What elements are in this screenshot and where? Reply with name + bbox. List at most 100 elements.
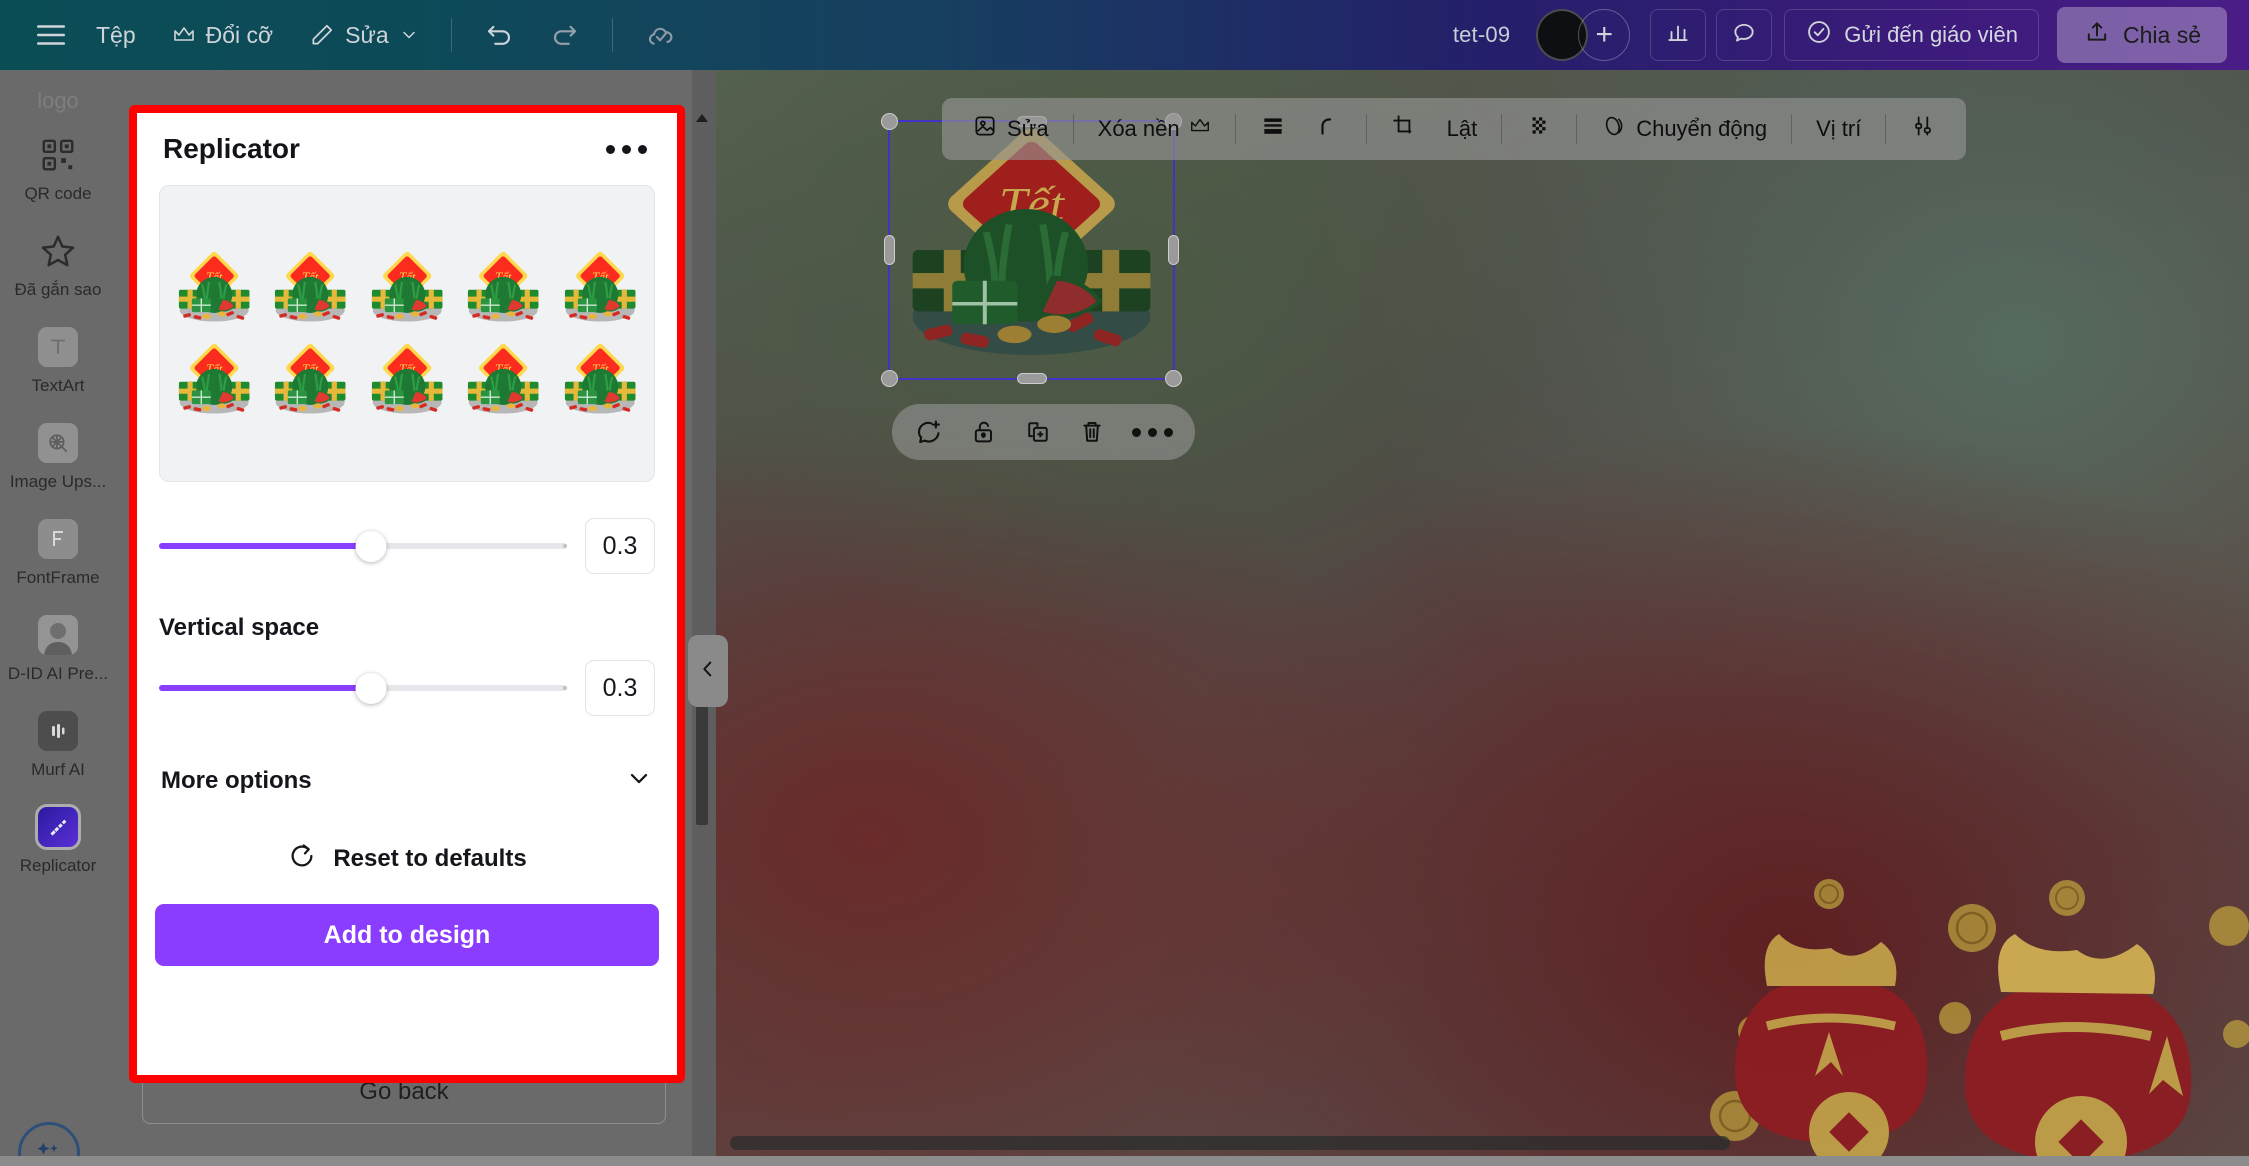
cloud-save-status-button[interactable]	[627, 11, 695, 59]
replicator-preview: Tết	[159, 185, 655, 482]
ellipsis-icon[interactable]	[602, 137, 651, 162]
trash-icon[interactable]	[1078, 418, 1106, 446]
canvas-tool-align[interactable]	[1246, 105, 1300, 153]
resize-handle-bottom[interactable]	[1016, 373, 1047, 384]
share-button[interactable]: Chia sẻ	[2057, 7, 2227, 63]
main-menu-button[interactable]	[30, 10, 78, 60]
horizontal-space-slider[interactable]	[159, 529, 567, 563]
image-upscaler-icon	[37, 422, 79, 464]
file-menu-label: Tệp	[96, 21, 136, 48]
vertical-space-slider[interactable]	[159, 671, 567, 705]
replicator-panel-header: Replicator	[137, 113, 677, 175]
canvas-tool-animate[interactable]: Chuyển động	[1587, 105, 1781, 153]
reset-to-defaults-label: Reset to defaults	[333, 844, 527, 872]
bar-chart-icon	[1665, 20, 1691, 51]
add-to-design-label: Add to design	[323, 920, 491, 949]
resize-handle-bottom-left[interactable]	[881, 370, 898, 387]
animate-icon	[1601, 113, 1627, 145]
canvas-tool-transparency[interactable]	[1512, 105, 1566, 153]
pencil-icon	[309, 22, 335, 48]
horizontal-space-value[interactable]: 0.3	[585, 518, 655, 574]
toolbar-divider-2	[611, 18, 613, 52]
replicator-thumbnail-grid: Tết	[160, 245, 654, 423]
thumbnail-item	[274, 340, 347, 415]
transparency-icon	[1526, 113, 1552, 145]
submit-to-teacher-label: Gửi đến giáo viên	[1844, 22, 2019, 47]
toolbar-divider	[1501, 114, 1503, 144]
sidebar-item-replicator[interactable]: Replicator	[0, 792, 116, 888]
fontframe-icon	[37, 518, 79, 560]
redo-button[interactable]	[532, 12, 598, 58]
panel-title: Replicator	[163, 133, 300, 164]
murf-ai-icon	[37, 710, 79, 752]
top-bar-left: Tệp Đổi cỡ Sửa	[0, 10, 695, 60]
plus-icon: +	[1595, 18, 1614, 51]
slider-knob[interactable]	[355, 672, 387, 704]
canvas-tool-crop[interactable]	[1377, 105, 1431, 153]
slider-fill	[159, 543, 372, 549]
analytics-button[interactable]	[1650, 9, 1707, 61]
scrollbar-thumb[interactable]	[730, 1136, 1730, 1150]
canvas-tool-edit-image[interactable]: Sửa	[958, 105, 1063, 153]
more-options-label: More options	[161, 766, 312, 794]
top-bar: Tệp Đổi cỡ Sửa tet-09 + Gửi đến giáo viê…	[0, 0, 2249, 70]
canvas-tool-corner-radius[interactable]	[1302, 105, 1356, 153]
toolbar-divider	[1576, 114, 1578, 144]
replicator-icon	[35, 804, 81, 850]
slider-knob[interactable]	[355, 530, 387, 562]
comments-button[interactable]	[1716, 9, 1773, 61]
add-to-design-button[interactable]: Add to design	[155, 904, 659, 966]
vertical-space-value[interactable]: 0.3	[585, 660, 655, 716]
resize-handle-bottom-right[interactable]	[1165, 370, 1182, 387]
object-properties-toolbar: Sửa Xóa nền Lật Chuyển động Vị trí	[942, 98, 1967, 160]
canvas-tool-position[interactable]: Vị trí	[1802, 108, 1875, 150]
check-circle-icon	[1805, 18, 1833, 52]
sidebar-item-qr-code[interactable]: QR code	[0, 120, 116, 216]
canvas-tool-remove-background[interactable]: Xóa nền	[1084, 107, 1225, 151]
tet-watermelon-illustration[interactable]: Tết	[890, 122, 1173, 378]
design-canvas[interactable]: Sửa Xóa nền Lật Chuyển động Vị trí Tết	[716, 70, 2249, 1166]
ellipsis-icon[interactable]	[1132, 427, 1173, 437]
add-collaborator-button[interactable]: +	[1578, 9, 1631, 61]
resize-label: Đổi cỡ	[205, 21, 274, 48]
submit-to-teacher-button[interactable]: Gửi đến giáo viên	[1784, 9, 2040, 61]
sidebar-item-starred[interactable]: Đã gắn sao	[0, 216, 116, 312]
sidebar-item-textart[interactable]: TextArt	[0, 312, 116, 408]
canvas-tool-flip[interactable]: Lật	[1433, 108, 1492, 150]
undo-button[interactable]	[466, 12, 532, 58]
reset-to-defaults-button[interactable]: Reset to defaults	[137, 841, 677, 876]
thumbnail-item	[370, 340, 444, 415]
rail-logo-label: logo	[37, 88, 79, 113]
sidebar-item-image-upscaler[interactable]: Image Ups...	[0, 408, 116, 504]
object-quick-actions-toolbar	[892, 404, 1195, 460]
resize-handle-left[interactable]	[884, 235, 895, 265]
left-rail: logo QR code Đã gắn sao TextArt Image Up…	[0, 70, 116, 1166]
canvas-tool-adjust[interactable]	[1896, 105, 1950, 153]
sidebar-item-d-id-ai-presenter[interactable]: D-ID AI Pre...	[0, 600, 116, 696]
resize-button[interactable]: Đổi cỡ	[154, 14, 291, 57]
canvas-tool-label: Vị trí	[1816, 116, 1862, 141]
canvas-horizontal-scrollbar[interactable]	[716, 1136, 2249, 1150]
bottom-strip	[0, 1156, 2249, 1166]
thumbnail-item	[370, 248, 444, 323]
more-options-toggle[interactable]: More options	[159, 758, 655, 803]
panel-scrollbar[interactable]	[693, 110, 711, 1040]
unlock-icon[interactable]	[970, 418, 998, 446]
sidebar-item-label: Murf AI	[31, 760, 85, 779]
file-menu-button[interactable]: Tệp	[78, 14, 154, 57]
document-title: tet-09	[1452, 22, 1511, 47]
comment-add-icon[interactable]	[914, 417, 944, 447]
caret-up-icon[interactable]	[695, 110, 709, 128]
sidebar-item-murf-ai[interactable]: Murf AI	[0, 696, 116, 792]
edit-button[interactable]: Sửa	[291, 14, 437, 57]
resize-handle-right[interactable]	[1168, 235, 1179, 265]
collapse-panel-button[interactable]	[688, 635, 728, 707]
crown-icon	[1189, 115, 1211, 143]
canvas-tool-label: Chuyển động	[1636, 116, 1768, 141]
slider-end-tick	[563, 686, 567, 690]
chevron-down-icon	[625, 764, 653, 797]
resize-handle-top-left[interactable]	[881, 113, 898, 130]
duplicate-icon[interactable]	[1024, 418, 1052, 446]
corner-radius-icon	[1316, 113, 1342, 145]
sidebar-item-fontframe[interactable]: FontFrame	[0, 504, 116, 600]
